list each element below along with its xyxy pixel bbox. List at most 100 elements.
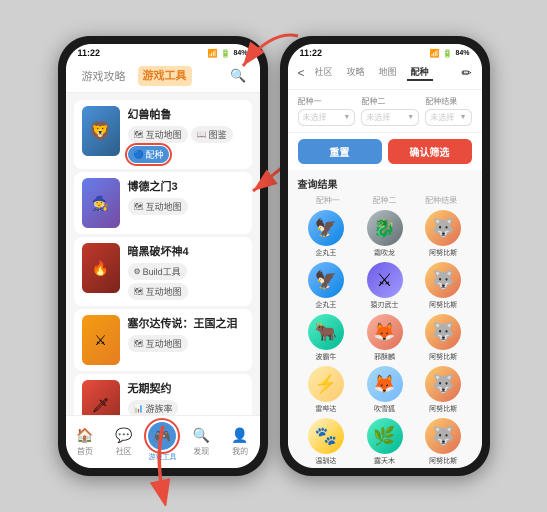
pokemon-name-2-1: 波霸牛 (315, 352, 336, 362)
game-info-diablo: 暗黑破坏神4 ⚙ Build工具 🗺 互动地图 (128, 243, 244, 300)
nav-social[interactable]: 💬 社区 (104, 420, 143, 464)
game-item-pokemon: 🦁 幻兽帕鲁 🗺 互动地图 📖 图鉴 (74, 100, 252, 169)
tab-guide[interactable]: 攻略 (343, 64, 369, 81)
pokemon-name-4-1: 温驯达 (315, 456, 336, 466)
breed-select-box-2[interactable]: 未选择 ▼ (361, 109, 419, 126)
breed-selectors: 配种一 未选择 ▼ 配种二 未选择 ▼ 配种结果 未选择 (288, 90, 482, 133)
results-section: 查询结果 配种一 配种二 配种结果 🦅 企丸王 🐉 霜吹龙 (288, 170, 482, 468)
result-row-3: ⚡ 雷哔达 🦊 吹雪狐 🐺 阿努比斯 (298, 366, 472, 414)
breed-nav: < 社区 攻略 地图 配种 ✏ (298, 64, 472, 81)
results-title: 查询结果 (298, 176, 472, 191)
status-icons-left: 📶 🔋 84% (208, 49, 248, 58)
tab-game-guide[interactable]: 游戏攻略 (78, 66, 130, 86)
status-bar-left: 11:22 📶 🔋 84% (66, 44, 260, 60)
confirm-button[interactable]: 确认筛选 (388, 139, 472, 164)
breed-select-box-result[interactable]: 未选择 ▼ (425, 109, 471, 126)
breed-label-result: 配种结果 (425, 96, 471, 107)
tool-map-zelda[interactable]: 🗺 互动地图 (128, 335, 188, 352)
pokemon-avatar-1-3: 🐺 (425, 262, 461, 298)
game-thumb-wuxia: 🗡 (82, 380, 120, 415)
tab-map[interactable]: 地图 (375, 64, 401, 81)
pokemon-name-1-1: 企丸王 (315, 300, 336, 310)
game-info-pokemon: 幻兽帕鲁 🗺 互动地图 📖 图鉴 🔵 (128, 106, 244, 163)
game-tools-diablo: ⚙ Build工具 🗺 互动地图 (128, 263, 244, 300)
nav-profile[interactable]: 👤 我的 (221, 420, 260, 464)
tab-community[interactable]: 社区 (311, 64, 337, 81)
results-headers: 配种一 配种二 配种结果 (298, 195, 472, 206)
game-tools-zelda: 🗺 互动地图 (128, 335, 244, 352)
header-left: 游戏攻略 游戏工具 🔍 (66, 60, 260, 93)
breed-label-2: 配种二 (361, 96, 419, 107)
discover-icon: 🔍 (193, 427, 210, 444)
game-title-zelda: 塞尔达传说：王国之泪 (128, 315, 244, 331)
breed-select-result: 配种结果 未选择 ▼ (425, 96, 471, 126)
breed-actions: 重置 确认筛选 (288, 133, 482, 170)
result-row-1: 🦅 企丸王 ⚔ 猿刃武士 🐺 阿努比斯 (298, 262, 472, 310)
pokemon-avatar-0-3: 🐺 (425, 210, 461, 246)
tools-active-indicator: 🎮 (148, 422, 176, 450)
game-thumb-diablo: 🔥 (82, 243, 120, 293)
tool-map-diablo[interactable]: 🗺 互动地图 (128, 283, 188, 300)
result-cell-2-1: 🐂 波霸牛 (298, 314, 355, 362)
tool-breed-pokemon[interactable]: 🔵 配种 (128, 146, 170, 163)
back-button[interactable]: < (298, 66, 305, 80)
map-icon-botw: 🗺 (134, 202, 144, 211)
time-right: 11:22 (300, 48, 323, 58)
breed-select-box-1[interactable]: 未选择 ▼ (298, 109, 356, 126)
result-row-2: 🐂 波霸牛 🦊 邪酥麟 🐺 阿努比斯 (298, 314, 472, 362)
chevron-icon-result: ▼ (460, 114, 467, 121)
pokemon-name-3-1: 雷哔达 (315, 404, 336, 414)
breed-icon: 🔵 (134, 150, 144, 159)
bottom-nav-left: 🏠 首页 💬 社区 🎮 游戏工具 🔍 发现 👤 我的 (66, 415, 260, 468)
game-item-zelda: ⚔ 塞尔达传说：王国之泪 🗺 互动地图 (74, 309, 252, 371)
tool-rate-wuxia[interactable]: 📊 游族率 (128, 400, 179, 415)
game-title-botw: 博德之门3 (128, 178, 244, 194)
pokemon-avatar-1-2: ⚔ (367, 262, 403, 298)
game-info-zelda: 塞尔达传说：王国之泪 🗺 互动地图 (128, 315, 244, 352)
pokemon-name-0-1: 企丸王 (315, 248, 336, 258)
chevron-icon-1: ▼ (343, 114, 350, 121)
nav-discover[interactable]: 🔍 发现 (182, 420, 221, 464)
build-icon: ⚙ (134, 267, 141, 276)
result-cell-3-2: 🦊 吹雪狐 (356, 366, 413, 414)
game-item-diablo: 🔥 暗黑破坏神4 ⚙ Build工具 🗺 互动地图 (74, 237, 252, 306)
rate-icon: 📊 (134, 404, 144, 413)
pokemon-avatar-2-2: 🦊 (367, 314, 403, 350)
nav-tools[interactable]: 🎮 游戏工具 (143, 420, 182, 464)
right-screen: 11:22 📶 🔋 84% < 社区 攻略 地图 配种 ✏ (288, 44, 482, 468)
result-cell-4-1: 🐾 温驯达 (298, 418, 355, 466)
game-thumb-pokemon: 🦁 (82, 106, 120, 156)
game-tools-wuxia: 📊 游族率 🧮 通行证计算器 🛍 皮肤商店 (128, 400, 244, 415)
tool-map-botw[interactable]: 🗺 互动地图 (128, 198, 188, 215)
breed-label-1: 配种一 (298, 96, 356, 107)
chevron-icon-2: ▼ (407, 114, 414, 121)
result-row-4: 🐾 温驯达 🌿 露天木 🐺 阿努比斯 (298, 418, 472, 466)
game-tools-pokemon: 🗺 互动地图 📖 图鉴 🔵 配种 (128, 126, 244, 163)
game-info-botw: 博德之门3 🗺 互动地图 (128, 178, 244, 215)
edit-button[interactable]: ✏ (461, 66, 471, 80)
result-cell-3-1: ⚡ 雷哔达 (298, 366, 355, 414)
profile-icon: 👤 (231, 427, 248, 444)
breed-header: < 社区 攻略 地图 配种 ✏ (288, 60, 482, 90)
pokemon-name-3-2: 吹雪狐 (374, 404, 395, 414)
tab-breed[interactable]: 配种 (407, 64, 433, 81)
breed-select-1: 配种一 未选择 ▼ (298, 96, 356, 126)
pokemon-avatar-3-1: ⚡ (308, 366, 344, 402)
game-list: 🦁 幻兽帕鲁 🗺 互动地图 📖 图鉴 (66, 93, 260, 415)
search-button[interactable]: 🔍 (230, 67, 248, 85)
reset-button[interactable]: 重置 (298, 139, 382, 164)
home-icon: 🏠 (76, 427, 93, 444)
dex-icon: 📖 (197, 130, 207, 139)
pokemon-avatar-4-3: 🐺 (425, 418, 461, 454)
result-cell-1-1: 🦅 企丸王 (298, 262, 355, 310)
tool-build-diablo[interactable]: ⚙ Build工具 (128, 263, 187, 280)
result-row-0: 🦅 企丸王 🐉 霜吹龙 🐺 阿努比斯 (298, 210, 472, 258)
tab-game-tools[interactable]: 游戏工具 (138, 66, 192, 86)
nav-home[interactable]: 🏠 首页 (66, 420, 105, 464)
breed-tabs: 社区 攻略 地图 配种 (311, 64, 433, 81)
game-info-wuxia: 无期契约 📊 游族率 🧮 通行证计算器 🛍 (128, 380, 244, 415)
tool-map-pokemon[interactable]: 🗺 互动地图 (128, 126, 188, 143)
tool-dex-pokemon[interactable]: 📖 图鉴 (191, 126, 233, 143)
map-icon: 🗺 (134, 130, 144, 139)
breed-select-2: 配种二 未选择 ▼ (361, 96, 419, 126)
